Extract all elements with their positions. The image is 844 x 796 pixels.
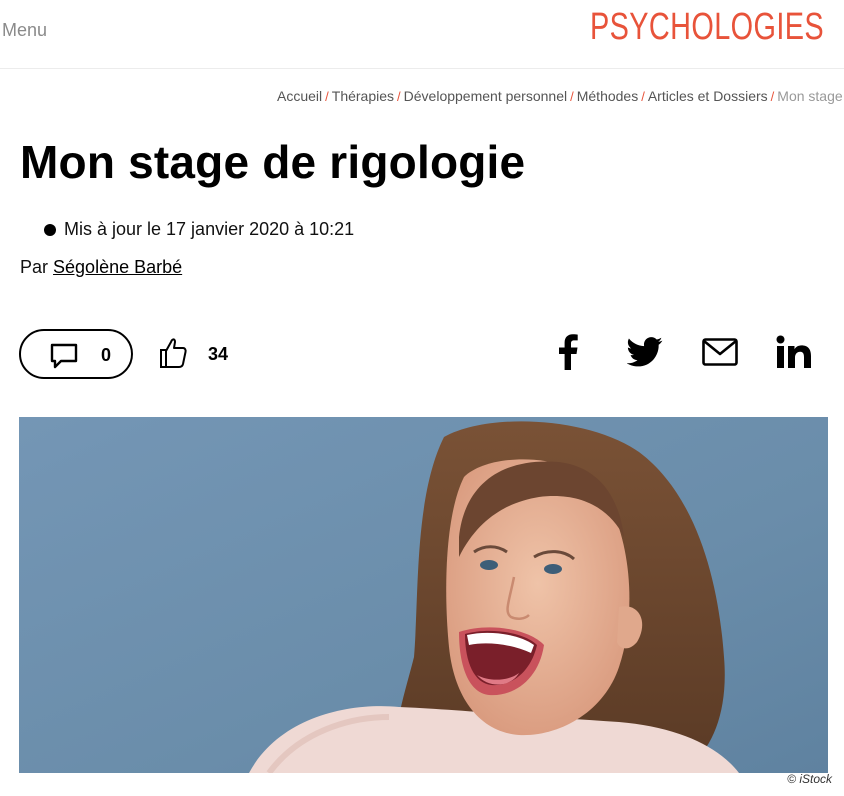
twitter-icon <box>627 337 663 367</box>
author-link[interactable]: Ségolène Barbé <box>53 257 182 277</box>
breadcrumb-item-methodes[interactable]: Méthodes <box>577 88 638 104</box>
bullet-icon <box>44 223 56 236</box>
share-twitter-button[interactable] <box>624 331 666 373</box>
update-date-text: Mis à jour le 17 janvier 2020 à 10:21 <box>64 219 355 239</box>
article-hero-image <box>19 417 828 773</box>
facebook-icon <box>559 334 578 370</box>
breadcrumb-separator: / <box>770 89 775 104</box>
share-linkedin-button[interactable] <box>774 331 814 373</box>
breadcrumb: Accueil / Thérapies / Développement personne… <box>277 88 844 104</box>
breadcrumb-separator: / <box>397 89 401 104</box>
laughing-woman-photo <box>19 417 828 773</box>
mail-icon <box>702 338 738 366</box>
like-icon[interactable] <box>158 336 188 370</box>
byline-prefix: Par <box>20 257 49 277</box>
comments-count: 0 <box>101 345 112 365</box>
breadcrumb-item-current: Mon stage de rigologie <box>777 88 844 104</box>
menu-button[interactable]: Menu <box>2 20 47 41</box>
comments-button[interactable]: 0 <box>19 329 133 379</box>
linkedin-icon <box>776 335 811 368</box>
breadcrumb-separator: / <box>325 89 329 104</box>
image-credit: © iStock <box>787 772 832 786</box>
byline: Par Ségolène Barbé <box>20 257 182 278</box>
breadcrumb-item-developpement-personnel[interactable]: Développement personnel <box>404 88 567 104</box>
article-title: Mon stage de rigologie <box>20 136 526 188</box>
breadcrumb-item-articles-et-dossiers[interactable]: Articles et Dossiers <box>648 88 768 104</box>
share-facebook-button[interactable] <box>552 331 584 373</box>
breadcrumb-separator: / <box>641 89 645 104</box>
breadcrumb-item-accueil[interactable]: Accueil <box>277 88 322 104</box>
breadcrumb-separator: / <box>570 89 574 104</box>
comment-icon <box>50 343 78 369</box>
site-logo[interactable]: PSYCHOLOGIES <box>590 6 824 49</box>
breadcrumb-item-therapies[interactable]: Thérapies <box>332 88 394 104</box>
likes-count: 34 <box>208 344 229 364</box>
update-date: Mis à jour le 17 janvier 2020 à 10:21 <box>44 219 354 240</box>
share-email-button[interactable] <box>700 331 740 373</box>
site-header: Menu PSYCHOLOGIES <box>0 0 844 69</box>
